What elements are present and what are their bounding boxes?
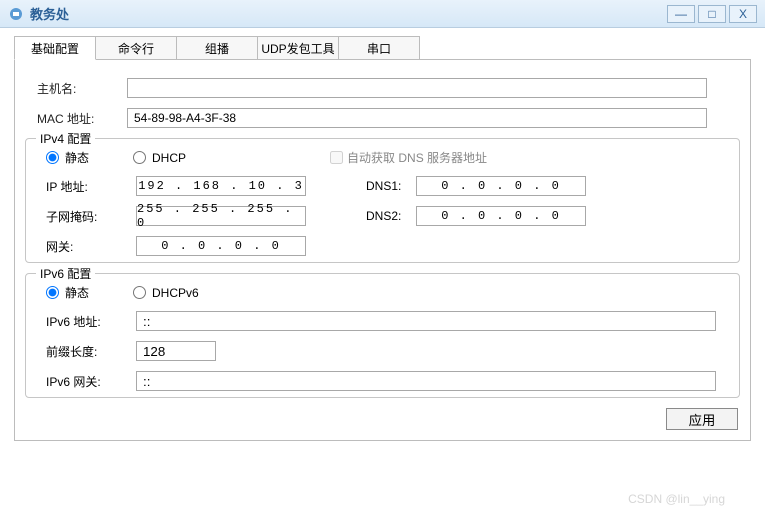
titlebar: 教务处 — □ X [0, 0, 765, 28]
ipv4-dhcp-label: DHCP [152, 151, 186, 165]
config-panel: 主机名: MAC 地址: IPv4 配置 静态 DHCP 自动获取 DNS 服务… [14, 59, 751, 441]
tab-basic[interactable]: 基础配置 [14, 36, 96, 60]
ipv6-prefix-label: 前缀长度: [46, 343, 136, 360]
mask-input[interactable]: 255 . 255 . 255 . 0 [136, 206, 306, 226]
ipv6-gw-input[interactable] [136, 371, 716, 391]
auto-dns-checkbox[interactable] [330, 151, 343, 164]
ipv6-gw-label: IPv6 网关: [46, 373, 136, 390]
dns2-label: DNS2: [366, 209, 416, 223]
ipv6-dhcp-radio[interactable] [133, 286, 146, 299]
ip-input[interactable]: 192 . 168 . 10 . 3 [136, 176, 306, 196]
auto-dns-label: 自动获取 DNS 服务器地址 [347, 149, 487, 166]
ipv6-legend: IPv6 配置 [36, 265, 95, 282]
ipv6-addr-input[interactable] [136, 311, 716, 331]
tab-serial[interactable]: 串口 [338, 36, 420, 60]
ipv6-dhcp-label: DHCPv6 [152, 286, 199, 300]
window-title: 教务处 [30, 4, 664, 23]
tab-cli[interactable]: 命令行 [95, 36, 177, 60]
ipv6-prefix-input[interactable] [136, 341, 216, 361]
mac-input[interactable] [127, 108, 707, 128]
tab-udp[interactable]: UDP发包工具 [257, 36, 339, 60]
minimize-button[interactable]: — [667, 5, 695, 23]
dns2-input[interactable]: 0 . 0 . 0 . 0 [416, 206, 586, 226]
ipv4-fieldset: IPv4 配置 静态 DHCP 自动获取 DNS 服务器地址 IP 地址: 19… [25, 138, 740, 263]
tab-multicast[interactable]: 组播 [176, 36, 258, 60]
ipv4-dhcp-radio[interactable] [133, 151, 146, 164]
ipv4-static-label: 静态 [65, 149, 89, 166]
ipv6-fieldset: IPv6 配置 静态 DHCPv6 IPv6 地址: 前缀长度: IPv6 网关… [25, 273, 740, 398]
ip-label: IP 地址: [46, 178, 136, 195]
app-icon [8, 6, 24, 22]
dns1-label: DNS1: [366, 179, 416, 193]
dns1-input[interactable]: 0 . 0 . 0 . 0 [416, 176, 586, 196]
ipv6-addr-label: IPv6 地址: [46, 313, 136, 330]
ipv6-static-radio[interactable] [46, 286, 59, 299]
tab-bar: 基础配置 命令行 组播 UDP发包工具 串口 [14, 36, 765, 60]
host-label: 主机名: [37, 80, 127, 97]
maximize-button[interactable]: □ [698, 5, 726, 23]
host-input[interactable] [127, 78, 707, 98]
close-button[interactable]: X [729, 5, 757, 23]
ipv4-static-radio[interactable] [46, 151, 59, 164]
ipv4-legend: IPv4 配置 [36, 130, 95, 147]
gateway-label: 网关: [46, 238, 136, 255]
mask-label: 子网掩码: [46, 208, 136, 225]
watermark: CSDN @lin__ying [628, 492, 725, 506]
gateway-input[interactable]: 0 . 0 . 0 . 0 [136, 236, 306, 256]
mac-label: MAC 地址: [37, 110, 127, 127]
ipv6-static-label: 静态 [65, 284, 89, 301]
apply-button[interactable]: 应用 [666, 408, 738, 430]
